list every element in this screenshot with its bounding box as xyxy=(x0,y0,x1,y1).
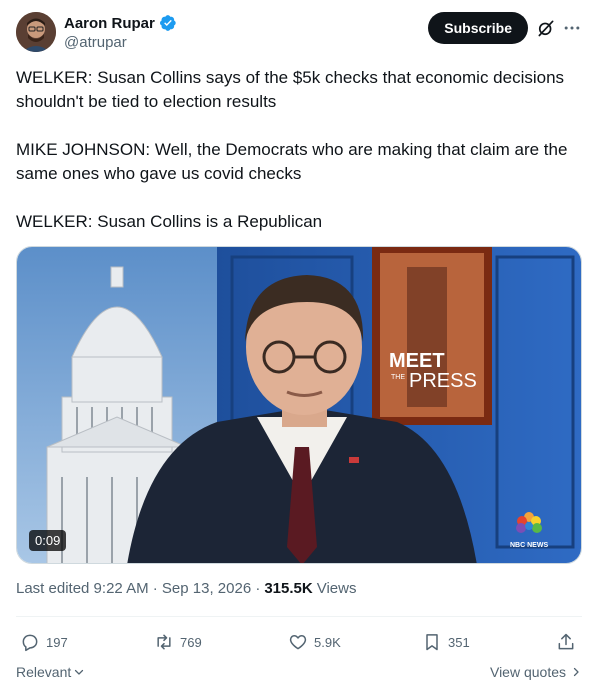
tweet-paragraph: WELKER: Susan Collins says of the $5k ch… xyxy=(16,68,565,111)
video-frame: MEET THE PRESS NBC NEWS xyxy=(17,247,581,563)
like-button[interactable]: 5.9K xyxy=(288,628,341,656)
meet-logo-top: MEET xyxy=(389,350,445,372)
sort-label: Relevant xyxy=(16,664,72,680)
share-icon xyxy=(558,633,574,650)
meet-logo-the: THE xyxy=(391,374,405,381)
view-quotes-link[interactable]: View quotes xyxy=(490,664,582,680)
more-options-icon[interactable] xyxy=(562,18,582,38)
views-label: Views xyxy=(316,580,357,597)
edited-timestamp[interactable]: Last edited 9:22 AM · Sep 13, 2026 · xyxy=(16,580,260,597)
tweet-paragraph: MIKE JOHNSON: Well, the Democrats who ar… xyxy=(16,140,568,183)
repost-count: 769 xyxy=(180,634,202,650)
chevron-right-icon xyxy=(573,667,579,677)
share-button[interactable] xyxy=(556,628,576,656)
tweet-header: Aaron Rupar @atrupar Subscribe xyxy=(16,12,582,54)
like-count: 5.9K xyxy=(314,634,341,650)
tweet-paragraph: WELKER: Susan Collins is a Republican xyxy=(16,212,323,231)
divider xyxy=(16,616,582,617)
author-display-name[interactable]: Aaron Rupar xyxy=(64,15,155,32)
video-duration: 0:09 xyxy=(29,530,67,551)
author-info: Aaron Rupar @atrupar xyxy=(64,13,177,51)
heart-icon xyxy=(289,635,307,650)
repost-icon xyxy=(157,634,171,650)
tweet-meta: Last edited 9:22 AM · Sep 13, 2026 · 315… xyxy=(16,580,356,597)
video-player[interactable]: MEET THE PRESS NBC NEWS 0:09 xyxy=(16,246,582,564)
repost-button[interactable]: 769 xyxy=(154,628,202,656)
verified-badge-icon xyxy=(159,15,176,31)
bookmark-icon xyxy=(426,634,438,651)
views-count: 315.5K xyxy=(264,580,313,597)
reply-count: 197 xyxy=(46,634,68,650)
action-bar: 197 769 5.9K 351 xyxy=(16,628,582,656)
avatar[interactable] xyxy=(16,12,56,52)
view-quotes-label: View quotes xyxy=(489,664,566,680)
bookmark-button[interactable]: 351 xyxy=(422,628,470,656)
meet-logo-bottom: PRESS xyxy=(409,370,477,392)
reply-icon xyxy=(22,634,38,652)
reply-button[interactable]: 197 xyxy=(20,628,68,656)
chevron-down-icon xyxy=(75,669,84,675)
reply-sort-dropdown[interactable]: Relevant xyxy=(16,664,85,680)
subscribe-button[interactable]: Subscribe xyxy=(428,12,528,44)
grok-icon[interactable] xyxy=(536,18,556,38)
author-handle[interactable]: @atrupar xyxy=(64,34,177,51)
network-bug: NBC NEWS xyxy=(510,542,548,549)
bookmark-count: 351 xyxy=(448,634,470,650)
tweet-text: WELKER: Susan Collins says of the $5k ch… xyxy=(16,66,582,258)
